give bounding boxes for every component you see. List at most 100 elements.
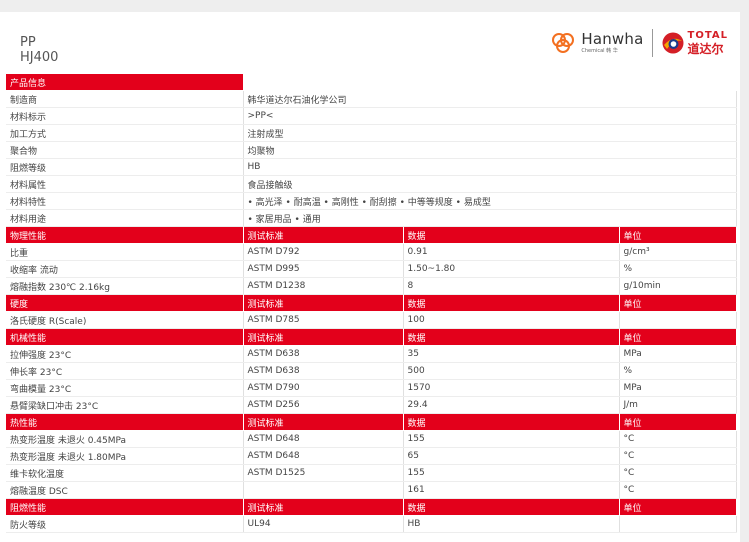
column-header-unit: 单位 <box>619 413 737 431</box>
column-header-unit: 单位 <box>619 328 737 346</box>
property-cell: 悬臂梁缺口冲击 23°C <box>6 396 244 414</box>
column-header-value: 数据 <box>403 498 620 516</box>
section-title: 阻燃性能 <box>6 498 244 516</box>
property-cell: 熔融指数 230℃ 2.16kg <box>6 277 244 295</box>
method-cell: ASTM D1525 <box>243 464 404 482</box>
section-header: 机械性能 测试标准 数据 单位 <box>6 328 737 346</box>
table-row: 弯曲模量 23°C ASTM D790 1570 MPa <box>6 379 737 397</box>
method-cell: ASTM D638 <box>243 362 404 380</box>
unit-cell: g/cm³ <box>619 243 737 261</box>
section-header: 阻燃性能 测试标准 数据 单位 <box>6 498 737 516</box>
table-row: 制造商 韩华道达尔石油化学公司 <box>6 90 737 108</box>
table-row: 悬臂梁缺口冲击 23°C ASTM D256 29.4 J/m <box>6 396 737 414</box>
unit-cell: J/m <box>619 396 737 414</box>
method-cell <box>243 481 404 499</box>
unit-cell: % <box>619 260 737 278</box>
product-type: PP <box>20 35 36 50</box>
section-header: 硬度 测试标准 数据 单位 <box>6 294 737 312</box>
value-cell: 0.91 <box>403 243 620 261</box>
property-cell: 收缩率 流动 <box>6 260 244 278</box>
column-header-method: 测试标准 <box>243 413 404 431</box>
info-label: 材料用途 <box>6 209 244 227</box>
value-cell: 35 <box>403 345 620 363</box>
spec-table-body: 产品信息 制造商 韩华道达尔石油化学公司 材料标示 >PP< 加工方式 注射成型 聚合物 均聚物… <box>6 74 737 533</box>
section-title: 热性能 <box>6 413 244 431</box>
info-label: 材料标示 <box>6 107 244 125</box>
unit-cell: °C <box>619 447 737 465</box>
info-value: 韩华道达尔石油化学公司 <box>243 90 737 108</box>
value-cell: 65 <box>403 447 620 465</box>
table-row: 材料属性 食品接触级 <box>6 175 737 193</box>
section-header: 热性能 测试标准 数据 单位 <box>6 413 737 431</box>
total-name: TOTAL <box>687 30 728 41</box>
column-header-value: 数据 <box>403 413 620 431</box>
unit-cell: % <box>619 362 737 380</box>
method-cell: ASTM D638 <box>243 345 404 363</box>
unit-cell: MPa <box>619 379 737 397</box>
column-header-method: 测试标准 <box>243 294 404 312</box>
method-cell: ASTM D648 <box>243 430 404 448</box>
info-value: >PP< <box>243 107 737 125</box>
column-header-unit: 单位 <box>619 498 737 516</box>
table-row: 阻燃等级 HB <box>6 158 737 176</box>
info-label: 制造商 <box>6 90 244 108</box>
spec-table: 产品信息 制造商 韩华道达尔石油化学公司 材料标示 >PP< 加工方式 注射成型 聚合物 均聚物… <box>6 74 737 533</box>
unit-cell: MPa <box>619 345 737 363</box>
section-title: 物理性能 <box>6 226 244 244</box>
hanwha-tri-circle-icon <box>552 33 575 53</box>
table-row: 防火等级 UL94 HB <box>6 515 737 533</box>
section-title: 硬度 <box>6 294 244 312</box>
info-label: 加工方式 <box>6 124 244 142</box>
table-row: 洛氏硬度 R(Scale) ASTM D785 100 <box>6 311 737 329</box>
table-row: 热变形温度 未退火 0.45MPa ASTM D648 155 °C <box>6 430 737 448</box>
value-cell: 155 <box>403 464 620 482</box>
total-chinese-name: 道达尔 <box>687 42 724 56</box>
hanwha-logo: Hanwha Chemical 韩 华 <box>551 32 643 54</box>
column-header-value: 数据 <box>403 226 620 244</box>
table-row: 材料用途 • 家居用品 • 通用 <box>6 209 737 227</box>
table-row: 热变形温度 未退火 1.80MPa ASTM D648 65 °C <box>6 447 737 465</box>
total-swirl-icon <box>662 32 684 54</box>
value-cell: 1.50~1.80 <box>403 260 620 278</box>
unit-cell: g/10min <box>619 277 737 295</box>
column-header-value: 数据 <box>403 328 620 346</box>
column-header-method: 测试标准 <box>243 498 404 516</box>
unit-cell: °C <box>619 464 737 482</box>
table-row: 材料特性 • 高光泽 • 耐高温 • 高刚性 • 耐刮擦 • 中等等规度 • 易成… <box>6 192 737 210</box>
method-cell: ASTM D790 <box>243 379 404 397</box>
section-header-blank <box>243 74 736 91</box>
method-cell: ASTM D1238 <box>243 277 404 295</box>
hanwha-name: Hanwha <box>581 30 644 48</box>
info-value: • 家居用品 • 通用 <box>243 209 737 227</box>
info-label: 聚合物 <box>6 141 244 159</box>
table-row: 维卡软化温度 ASTM D1525 155 °C <box>6 464 737 482</box>
value-cell: 161 <box>403 481 620 499</box>
info-value: 食品接触级 <box>243 175 737 193</box>
table-row: 熔融温度 DSC 161 °C <box>6 481 737 499</box>
product-grade: HJ400 <box>20 50 59 65</box>
datasheet: PP HJ400 Hanwha Chemical 韩 华 TOTAL 道达尔 产… <box>0 12 740 542</box>
datasheet-header: PP HJ400 Hanwha Chemical 韩 华 TOTAL 道达尔 <box>0 12 740 74</box>
unit-cell <box>619 311 737 329</box>
table-row: 熔融指数 230℃ 2.16kg ASTM D1238 8 g/10min <box>6 277 737 295</box>
column-header-value: 数据 <box>403 294 620 312</box>
method-cell: ASTM D995 <box>243 260 404 278</box>
method-cell: ASTM D256 <box>243 396 404 414</box>
hanwha-subtitle: Chemical 韩 华 <box>581 48 618 54</box>
info-label: 阻燃等级 <box>6 158 244 176</box>
property-cell: 比重 <box>6 243 244 261</box>
table-row: 比重 ASTM D792 0.91 g/cm³ <box>6 243 737 261</box>
info-value: 注射成型 <box>243 124 737 142</box>
property-cell: 熔融温度 DSC <box>6 481 244 499</box>
table-row: 拉伸强度 23°C ASTM D638 35 MPa <box>6 345 737 363</box>
table-row: 伸长率 23°C ASTM D638 500% <box>6 362 737 380</box>
table-row: 加工方式 注射成型 <box>6 124 737 142</box>
value-cell: 29.4 <box>403 396 620 414</box>
unit-cell: °C <box>619 430 737 448</box>
property-cell: 拉伸强度 23°C <box>6 345 244 363</box>
section-title: 产品信息 <box>6 74 244 91</box>
value-cell: 8 <box>403 277 620 295</box>
property-cell: 维卡软化温度 <box>6 464 244 482</box>
brand-logos: Hanwha Chemical 韩 华 TOTAL 道达尔 <box>551 26 728 60</box>
section-header-general: 产品信息 <box>6 74 736 91</box>
